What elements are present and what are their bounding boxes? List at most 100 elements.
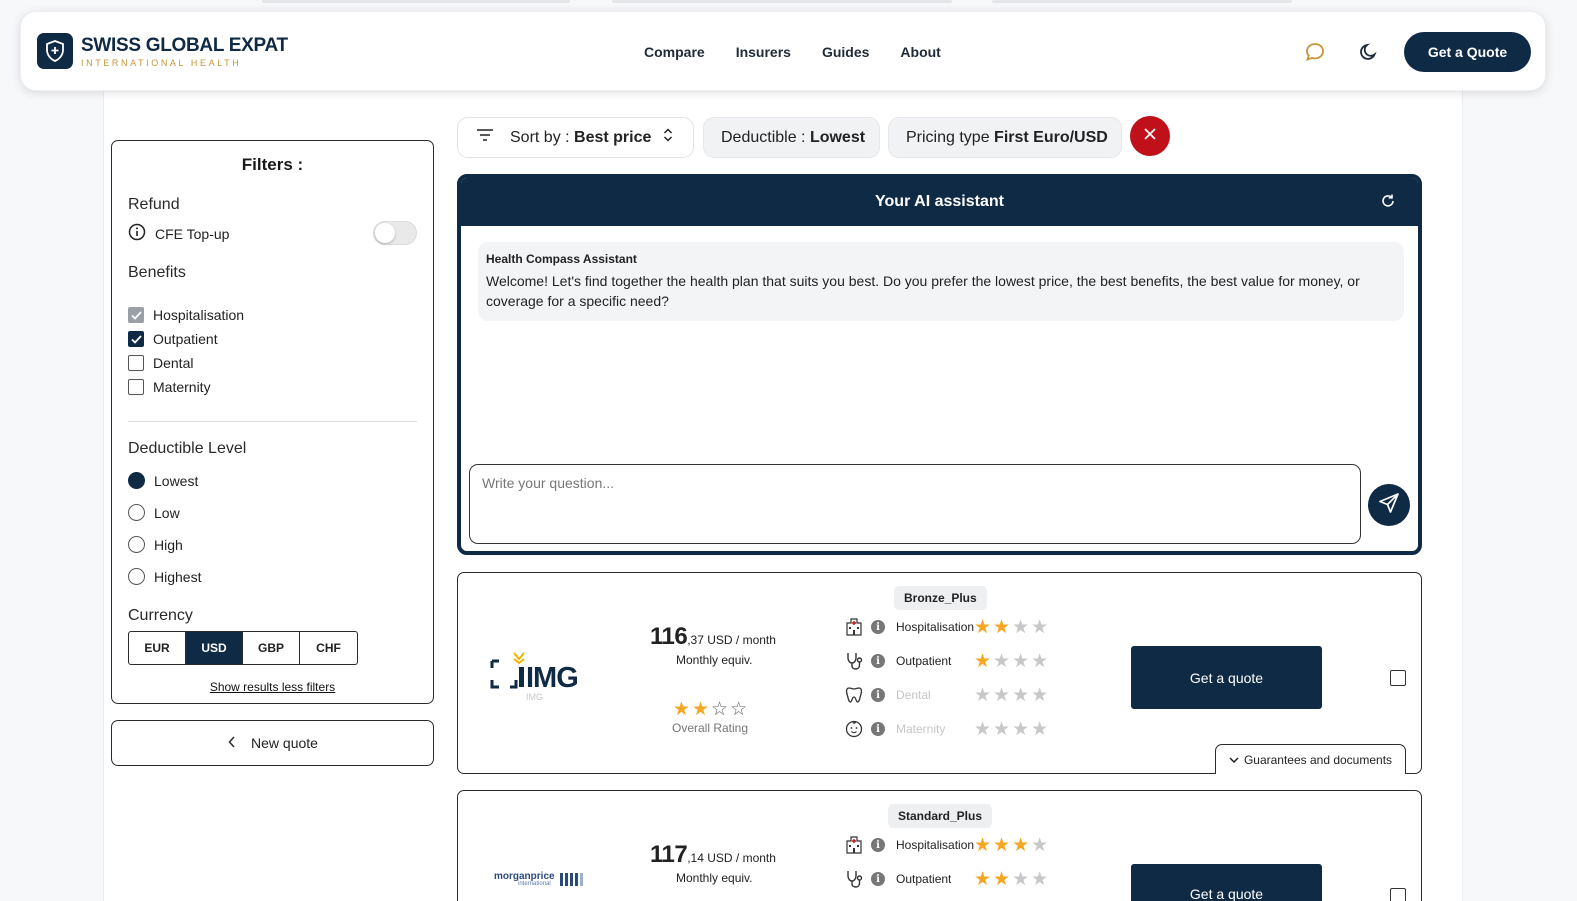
- currency-usd[interactable]: USD: [186, 632, 243, 664]
- info-icon[interactable]: i: [871, 838, 885, 852]
- info-icon[interactable]: i: [871, 722, 885, 736]
- deductible-option-low[interactable]: Low: [128, 504, 180, 521]
- deductible-option-highest[interactable]: Highest: [128, 568, 201, 585]
- filters-title: Filters :: [241, 155, 304, 174]
- pricing-chip-prefix: Pricing type: [906, 128, 995, 146]
- insurer-sub: international: [518, 881, 551, 887]
- deductible-option-label: Lowest: [154, 472, 199, 489]
- dental-checkbox[interactable]: [128, 355, 144, 371]
- stethoscope-icon: [843, 650, 865, 672]
- compare-checkbox[interactable]: [1390, 670, 1406, 686]
- overall-rating: ★ ★ ☆ ☆ Overall Rating: [672, 700, 748, 735]
- question-input[interactable]: [469, 464, 1361, 544]
- deductible-option-label: Highest: [154, 568, 202, 585]
- guarantees-label: Guarantees and documents: [1243, 752, 1393, 767]
- info-icon[interactable]: i: [871, 688, 885, 702]
- insurer-sub: IMG: [526, 692, 543, 702]
- benefit-label: Outpatient: [153, 331, 218, 347]
- get-quote-button[interactable]: Get a Quote: [1404, 32, 1531, 72]
- brand-name[interactable]: SWISS GLOBAL EXPAT: [81, 35, 288, 57]
- currency-selector: EUR USD GBP CHF: [128, 631, 358, 665]
- main-nav: Compare Insurers Guides About: [644, 44, 941, 60]
- benefit-label: Outpatient: [896, 872, 952, 886]
- send-button[interactable]: [1368, 484, 1410, 526]
- nav-about[interactable]: About: [900, 44, 940, 60]
- currency-title: Currency: [128, 607, 193, 624]
- benefit-label: Hospitalisation: [153, 307, 245, 323]
- compare-checkbox[interactable]: [1390, 888, 1406, 901]
- chevron-left-icon: [227, 735, 237, 752]
- currency-chf[interactable]: CHF: [300, 632, 357, 664]
- benefit-outpatient[interactable]: Outpatient: [128, 331, 218, 347]
- currency-eur[interactable]: EUR: [129, 632, 186, 664]
- benefit-label: Maternity: [896, 722, 946, 736]
- shield-logo-icon[interactable]: [37, 33, 73, 69]
- card-get-quote-button[interactable]: Get a quote: [1131, 864, 1322, 901]
- currency-gbp[interactable]: GBP: [243, 632, 300, 664]
- info-circle-icon[interactable]: [128, 223, 146, 244]
- top-fade: [0, 0, 1577, 4]
- card-get-quote-button[interactable]: Get a quote: [1131, 646, 1322, 709]
- deductible-chip[interactable]: Deductible : Lowest: [703, 117, 880, 158]
- radio-highest[interactable]: [128, 568, 145, 585]
- radio-low[interactable]: [128, 504, 145, 521]
- deductible-chip-value: Lowest: [809, 128, 866, 146]
- pricing-type-chip[interactable]: Pricing type First Euro/USD: [888, 117, 1122, 158]
- new-quote-button[interactable]: New quote: [111, 720, 434, 766]
- morganprice-insurer-logo: morganprice international: [494, 871, 594, 891]
- refresh-icon[interactable]: [1380, 193, 1396, 214]
- nav-compare[interactable]: Compare: [644, 44, 705, 60]
- site-header: SWISS GLOBAL EXPAT INTERNATIONAL HEALTH …: [20, 11, 1546, 91]
- star-outline-icon: ☆: [730, 699, 748, 720]
- hospitalisation-checkbox[interactable]: [128, 307, 144, 323]
- price-unit: USD / month: [703, 851, 776, 865]
- sort-dropdown[interactable]: Sort by : Best price: [457, 117, 694, 158]
- benefit-label: Maternity: [153, 379, 211, 395]
- benefit-stars: ★ ★ ★ ★: [974, 684, 1049, 706]
- maternity-checkbox[interactable]: [128, 379, 144, 395]
- radio-high[interactable]: [128, 536, 145, 553]
- benefit-rating-row: i Hospitalisation ★ ★ ★ ★: [843, 615, 1048, 639]
- send-icon: [1378, 492, 1400, 519]
- show-results-link[interactable]: Show results less filters: [112, 680, 433, 694]
- benefit-stars: ★ ★ ★ ★: [974, 718, 1049, 740]
- monthly-equiv: Monthly equiv.: [676, 653, 753, 667]
- refund-title: Refund: [128, 196, 180, 213]
- benefit-dental[interactable]: Dental: [128, 355, 193, 371]
- hospital-icon: [843, 616, 865, 638]
- nav-insurers[interactable]: Insurers: [736, 44, 791, 60]
- benefit-hospitalisation[interactable]: Hospitalisation: [128, 307, 244, 323]
- clear-filters-button[interactable]: [1130, 116, 1170, 156]
- deductible-option-lowest[interactable]: Lowest: [128, 472, 198, 489]
- assistant-title: Your AI assistant: [875, 193, 1004, 210]
- info-icon[interactable]: i: [871, 654, 885, 668]
- benefit-stars: ★ ★ ★ ★: [974, 868, 1049, 890]
- benefits-title: Benefits: [128, 264, 186, 281]
- benefit-label: Hospitalisation: [896, 838, 975, 852]
- hospital-icon: [843, 834, 865, 856]
- cfe-topup-label: CFE Top-up: [155, 225, 230, 242]
- nav-guides[interactable]: Guides: [822, 44, 869, 60]
- plan-badge: Bronze_Plus: [894, 586, 987, 610]
- benefit-stars: ★ ★ ★ ★: [974, 834, 1049, 856]
- deductible-option-label: Low: [154, 504, 180, 521]
- moon-icon[interactable]: [1356, 39, 1382, 65]
- filters-panel: Filters : Refund CFE Top-up Benefits Hos…: [111, 140, 434, 704]
- radio-lowest[interactable]: [128, 472, 145, 489]
- guarantees-documents-button[interactable]: Guarantees and documents: [1215, 744, 1406, 774]
- overall-rating-label: Overall Rating: [672, 721, 749, 735]
- chat-icon[interactable]: [1302, 39, 1328, 65]
- deductible-option-high[interactable]: High: [128, 536, 183, 553]
- star-icon: ★: [691, 699, 710, 720]
- benefit-rating-row: i Dental ★ ★ ★ ★: [843, 683, 1048, 707]
- star-outline-icon: ☆: [711, 699, 729, 720]
- cfe-topup-toggle[interactable]: [373, 221, 417, 245]
- baby-icon: [843, 718, 865, 740]
- monthly-equiv: Monthly equiv.: [676, 871, 753, 885]
- pricing-chip-value: First Euro/USD: [994, 128, 1108, 146]
- price-decimal: ,37: [687, 633, 704, 647]
- benefit-maternity[interactable]: Maternity: [128, 379, 211, 395]
- outpatient-checkbox[interactable]: [128, 331, 144, 347]
- info-icon[interactable]: i: [871, 872, 885, 886]
- info-icon[interactable]: i: [871, 620, 885, 634]
